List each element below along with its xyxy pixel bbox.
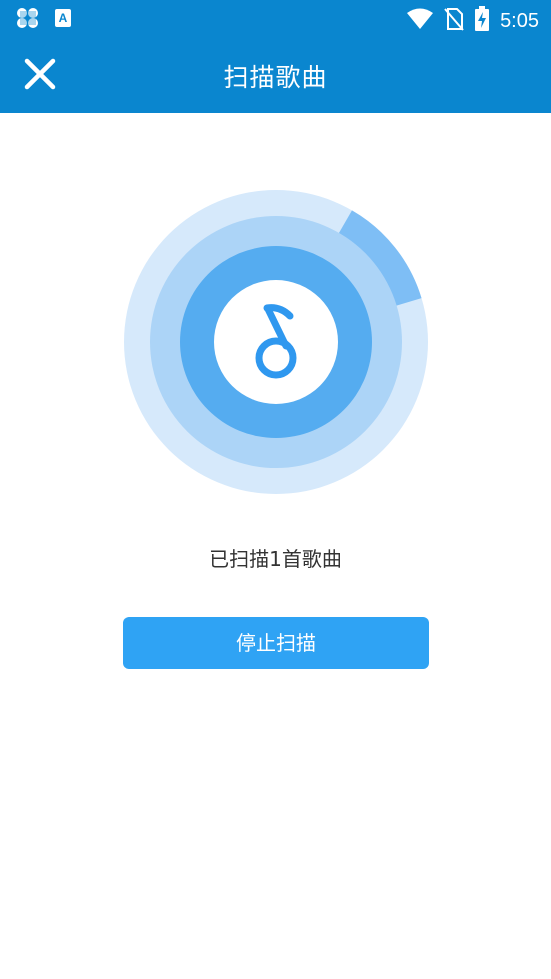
app-bar: 扫描歌曲 <box>0 38 551 113</box>
scan-status-text: 已扫描1首歌曲 <box>209 547 342 571</box>
app-notification-icon <box>16 7 40 33</box>
no-sim-icon <box>444 7 464 35</box>
status-bar: A 5:05 <box>0 0 551 38</box>
status-time: 5:05 <box>500 9 539 32</box>
page-title: 扫描歌曲 <box>223 63 328 92</box>
stop-scan-button[interactable]: 停止扫描 <box>123 617 429 669</box>
text-a-icon: A <box>54 8 72 32</box>
svg-text:A: A <box>59 11 68 25</box>
wifi-icon <box>406 8 434 34</box>
scan-progress-indicator <box>122 188 430 496</box>
battery-charging-icon <box>474 6 490 36</box>
